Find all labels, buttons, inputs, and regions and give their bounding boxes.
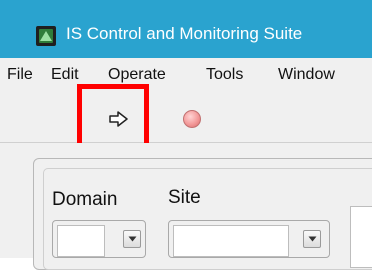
site-field[interactable] [173, 225, 289, 257]
menu-tools[interactable]: Tools [206, 66, 243, 84]
window-title: IS Control and Monitoring Suite [66, 24, 303, 43]
menu-operate[interactable]: Operate [108, 66, 166, 84]
stop-icon [183, 110, 201, 128]
menu-edit[interactable]: Edit [51, 66, 79, 84]
run-arrow-icon [109, 111, 128, 127]
chevron-down-icon [128, 236, 136, 242]
partial-field[interactable] [350, 206, 372, 268]
domain-dropdown-button[interactable] [123, 230, 141, 248]
app-logo-icon [36, 26, 56, 46]
site-label: Site [168, 187, 201, 208]
site-dropdown-button[interactable] [303, 230, 321, 248]
run-button[interactable] [102, 102, 136, 136]
domain-field[interactable] [57, 225, 105, 257]
domain-combobox[interactable] [52, 220, 146, 258]
menu-window[interactable]: Window [278, 66, 335, 84]
domain-label: Domain [52, 189, 118, 210]
chevron-down-icon [308, 236, 316, 242]
menu-file[interactable]: File [7, 66, 33, 84]
site-combobox[interactable] [168, 220, 330, 258]
abort-button[interactable] [181, 108, 203, 130]
